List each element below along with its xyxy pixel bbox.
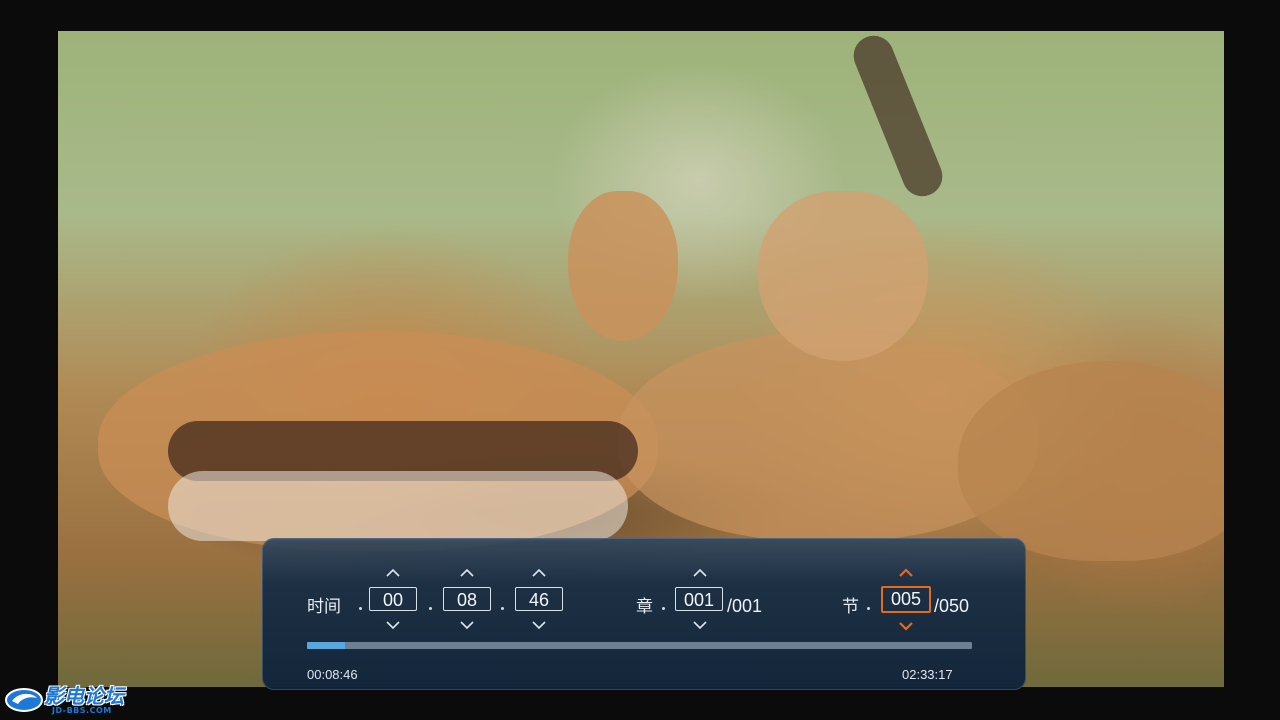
chapter-field[interactable]: 001 [675, 587, 723, 611]
total-duration: 02:33:17 [902, 667, 953, 682]
chevron-up-icon[interactable] [898, 568, 914, 577]
chapter-total: /001 [727, 596, 763, 616]
section-field[interactable]: 005 [881, 586, 931, 613]
chevron-up-icon[interactable] [692, 568, 708, 577]
chevron-down-icon[interactable] [531, 621, 547, 630]
elapsed-time: 00:08:46 [307, 667, 358, 682]
time-label: 时间 [307, 597, 341, 617]
chevron-up-icon[interactable] [531, 568, 547, 577]
separator-dot [662, 607, 665, 610]
separator-dot [501, 607, 504, 610]
progress-fill [307, 642, 345, 649]
section-label: 节 [842, 597, 859, 617]
gazelle-belly [168, 471, 628, 541]
forum-watermark-logo: 影电论坛 JD-BBS.COM [4, 684, 128, 718]
separator-dot [429, 607, 432, 610]
chevron-up-icon[interactable] [385, 568, 401, 577]
logo-subtext: JD-BBS.COM [52, 706, 112, 715]
progress-bar[interactable] [307, 642, 972, 649]
chapter-label: 章 [636, 597, 653, 617]
gazelle-head [568, 191, 678, 341]
logo-text: 影电论坛 [44, 684, 124, 708]
seconds-field[interactable]: 46 [515, 587, 563, 611]
chevron-down-icon[interactable] [385, 621, 401, 630]
gazelle-horn [847, 31, 949, 203]
logo-swirl-icon [4, 686, 46, 714]
separator-dot [359, 607, 362, 610]
chevron-down-icon[interactable] [898, 622, 914, 631]
separator-dot [867, 607, 870, 610]
seek-osd-panel: 时间 00 08 46 章 001 /001 节 005 /050 00:08:… [262, 538, 1026, 690]
chevron-down-icon[interactable] [459, 621, 475, 630]
hours-field[interactable]: 00 [369, 587, 417, 611]
minutes-field[interactable]: 08 [443, 587, 491, 611]
chevron-up-icon[interactable] [459, 568, 475, 577]
section-total: /050 [934, 596, 970, 616]
gazelle-head [758, 191, 928, 361]
chevron-down-icon[interactable] [692, 621, 708, 630]
